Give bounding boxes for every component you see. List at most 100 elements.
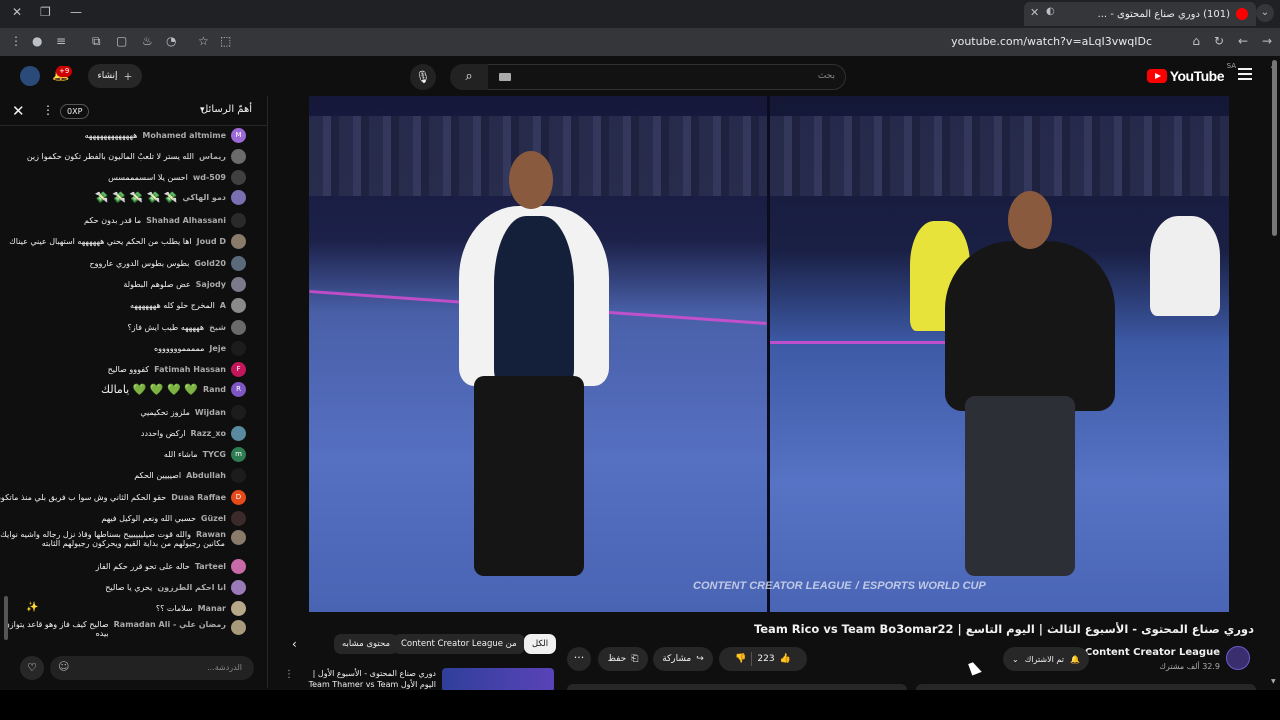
chip-all[interactable]: الكل	[524, 634, 557, 654]
channel-avatar[interactable]	[1226, 646, 1250, 670]
chat-text: كفووو صاليح	[107, 365, 150, 374]
close-chat-icon[interactable]: ✕	[12, 102, 25, 120]
chat-author[interactable]: Güzel	[201, 514, 226, 523]
dislike-icon[interactable]: 👎	[735, 654, 746, 664]
chat-text: والله قوت صيلييييييح بسناطها وقاذ نزل رج…	[0, 530, 225, 548]
recommended-video[interactable]: ⋮ دوري صناع المحتوى - الأسبوع الأول | ال…	[284, 666, 554, 690]
avatar	[231, 234, 246, 249]
chat-author[interactable]: Jeje	[209, 344, 226, 353]
chat-author[interactable]: ريماس	[199, 152, 226, 161]
scroll-down-icon[interactable]: ▼	[1271, 678, 1276, 685]
chips-scroll-left-icon[interactable]: ‹	[292, 637, 297, 651]
rec-more-icon[interactable]: ⋮	[284, 669, 294, 680]
search-input[interactable]: بحث	[486, 64, 846, 90]
chat-mode-selector[interactable]: أهمّ الرسائل	[201, 104, 252, 115]
chat-scrollbar[interactable]	[4, 596, 8, 640]
chat-author[interactable]: Joud D	[197, 237, 226, 246]
back-arrow-icon[interactable]: →	[1262, 34, 1272, 48]
chat-author[interactable]: Fatimah Hassan	[154, 365, 226, 374]
chat-author[interactable]: Duaa Raffae	[171, 493, 226, 502]
chat-author[interactable]: A	[220, 301, 226, 310]
extensions-puzzle-icon[interactable]: ⧉	[92, 34, 101, 49]
fire-icon[interactable]: ♨	[142, 34, 153, 48]
window-minimize-icon[interactable]: —	[70, 5, 82, 19]
search-button[interactable]: ⌕	[450, 64, 488, 90]
avatar: M	[231, 128, 246, 143]
heart-reaction-icon[interactable]: ♡	[20, 656, 44, 680]
chat-message-list[interactable]: M Mohamed altmime هههههههههههههه ريماس ا…	[0, 126, 262, 646]
window-restore-icon[interactable]: ❐	[40, 5, 51, 19]
chat-input[interactable]: ☺ الدردشة...	[50, 656, 254, 680]
mouse-cursor-icon	[968, 660, 982, 676]
keyboard-icon[interactable]	[499, 73, 511, 81]
chip-from-channel[interactable]: من Content Creator League	[393, 634, 525, 654]
chat-text: صاليح كيف فاز وهو قاعد يتوازن بيده	[4, 620, 109, 638]
video-player[interactable]: CONTENT CREATOR LEAGUE / ESPORTS WORLD CUP	[309, 96, 1229, 612]
share-button[interactable]: مشاركة ↪	[653, 647, 713, 671]
chat-author[interactable]: Shahad Alhassani	[146, 216, 226, 225]
chat-author[interactable]: wd-509	[193, 173, 226, 182]
chat-author[interactable]: Rand	[203, 385, 226, 394]
chat-text: اها يطلب من الحكم يحني ههههههه استهبال ع…	[9, 237, 192, 246]
voice-search-mic-icon[interactable]: 🎙	[410, 64, 436, 90]
chat-more-options-icon[interactable]: ⋮	[42, 103, 54, 117]
chat-text-line: مكانين رجيولهم من بداية القيم ويحركون رج…	[41, 539, 225, 548]
channel-name[interactable]: Content Creator League	[1085, 647, 1220, 658]
subscribed-button[interactable]: ⌄ تم الاشتراك 🔔	[1003, 647, 1089, 671]
screenshot-icon[interactable]: ▢	[116, 34, 127, 48]
chip-related[interactable]: محتوى مشابه	[334, 634, 398, 654]
profile-icon[interactable]: ●	[32, 34, 42, 48]
guide-menu-icon[interactable]	[1238, 68, 1252, 80]
watermark-ccl: CONTENT CREATOR LEAGUE	[693, 580, 852, 592]
chat-author[interactable]: Tarteel	[195, 562, 226, 571]
forward-arrow-icon[interactable]: ←	[1238, 34, 1248, 48]
rec-title[interactable]: دوري صناع المحتوى - الأسبوع الأول | اليو…	[302, 668, 436, 690]
chat-author[interactable]: Manar	[198, 604, 226, 613]
address-bar-url[interactable]: youtube.com/watch?v=aLqI3vwqIDc	[951, 35, 1152, 48]
bookmark-icon: ⎗	[631, 654, 639, 664]
tab-close-icon[interactable]: ✕	[1030, 6, 1039, 19]
chat-author[interactable]: Razz_xo	[190, 429, 226, 438]
avatar	[231, 468, 246, 483]
chat-author[interactable]: Gold20	[194, 259, 226, 268]
page-scrollbar[interactable]	[1272, 60, 1277, 236]
rec-thumbnail[interactable]	[442, 668, 554, 690]
chat-author[interactable]: انا احكم الطرزون	[157, 583, 226, 592]
chat-author[interactable]: Mohamed altmime	[142, 131, 226, 140]
chat-author[interactable]: Rawan	[196, 530, 226, 539]
home-icon[interactable]: ⌂	[1192, 34, 1200, 48]
chat-author[interactable]: Ramadan Ali - رمضان علي	[114, 620, 226, 629]
like-count[interactable]: 223	[757, 654, 774, 664]
bookmark-star-icon[interactable]: ☆	[198, 34, 209, 48]
emoji-icon[interactable]: ☺	[58, 660, 69, 673]
browser-menu-icon[interactable]: ⋮	[10, 34, 22, 48]
chat-message: Gold20 بطوس بطوس الدوري عارووح	[90, 256, 246, 271]
share-arrow-icon: ↪	[696, 654, 704, 664]
like-divider	[751, 652, 753, 666]
chat-text-line: بيده	[95, 629, 109, 638]
chat-author[interactable]: Wijdan	[195, 408, 226, 417]
avatar	[231, 580, 246, 595]
more-actions-button[interactable]: ···	[567, 647, 591, 671]
youtube-logo[interactable]: YouTube SA	[1146, 62, 1236, 84]
chat-author[interactable]: شيخ	[209, 323, 226, 332]
account-avatar[interactable]	[20, 66, 40, 86]
tab-search-icon[interactable]: ⌄	[1256, 4, 1274, 22]
live-chat-panel: ✕ ⋮ 0XP ▾ أهمّ الرسائل M Mohamed altmime…	[0, 96, 268, 688]
chat-author[interactable]: دمو الهاكي	[182, 193, 226, 202]
chat-author[interactable]: TYCG	[203, 450, 226, 459]
save-button[interactable]: حفظ ⎗	[598, 647, 648, 671]
avatar	[231, 601, 246, 616]
browser-tab-youtube[interactable]: ✕ ◐ (101) دوري صناع المحتوى - ...	[1024, 2, 1256, 26]
chat-author[interactable]: Sajody	[196, 280, 226, 289]
avatar	[231, 190, 246, 205]
window-close-icon[interactable]: ✕	[12, 5, 22, 19]
extension-icon[interactable]: ≡	[56, 34, 66, 48]
xp-badge[interactable]: 0XP	[60, 104, 90, 119]
create-button[interactable]: إنشاء ＋	[88, 64, 142, 88]
audio-icon[interactable]: ◔	[166, 34, 176, 48]
chat-author[interactable]: Abdullah	[186, 471, 226, 480]
like-icon[interactable]: 👍	[780, 654, 791, 664]
reload-icon[interactable]: ↻	[1214, 34, 1224, 48]
install-app-icon[interactable]: ⬚	[220, 34, 231, 48]
